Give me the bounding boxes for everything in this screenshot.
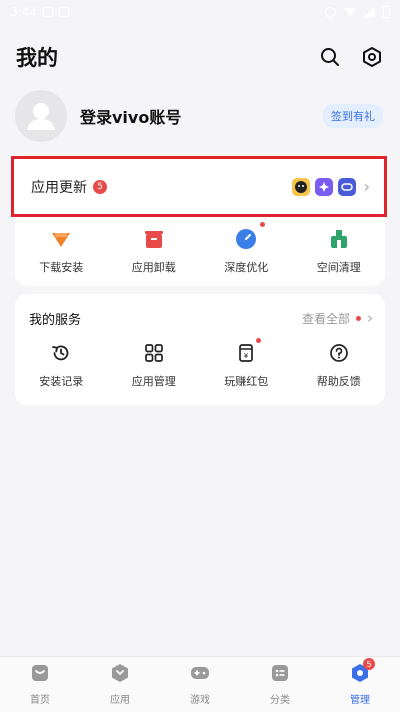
notification-icon — [58, 7, 69, 17]
avatar[interactable] — [15, 90, 67, 142]
profile-section[interactable]: 登录vivo账号 签到有礼 — [15, 89, 385, 143]
app-uninstall-button[interactable]: 应用卸载 — [108, 228, 201, 275]
red-packet-icon: ¥ — [235, 338, 262, 364]
home-icon — [30, 663, 50, 683]
app-management-button[interactable]: 应用管理 — [108, 342, 201, 389]
help-feedback-button[interactable]: 帮助反馈 — [293, 342, 386, 389]
uninstall-icon — [143, 228, 165, 250]
chevron-right-icon: › — [367, 309, 373, 327]
checkin-button[interactable]: 签到有礼 — [323, 104, 383, 128]
notification-icon — [42, 7, 53, 17]
nav-apps-label: 应用 — [110, 695, 130, 706]
nav-manage[interactable]: 5 管理 — [320, 657, 400, 712]
signal-icon — [364, 6, 375, 18]
space-clean-label: 空间清理 — [316, 261, 361, 274]
login-link[interactable]: 登录vivo账号 — [80, 104, 181, 128]
category-icon — [270, 663, 290, 683]
nav-category-label: 分类 — [270, 695, 290, 706]
install-history-label: 安装记录 — [39, 375, 84, 388]
search-icon — [321, 48, 339, 66]
app-thumbnail-icon — [291, 177, 310, 196]
help-icon — [328, 342, 350, 364]
optimize-icon — [235, 222, 266, 250]
app-thumbnail-icon — [314, 177, 333, 196]
settings-icon — [363, 47, 381, 67]
notification-dot — [260, 222, 266, 227]
deep-optimize-button[interactable]: 深度优化 — [200, 222, 293, 275]
red-packet-button[interactable]: ¥ 玩赚红包 — [200, 338, 293, 389]
app-management-label: 应用管理 — [131, 375, 176, 388]
app-update-row[interactable]: 应用更新 5 › — [11, 156, 387, 217]
update-count-badge: 5 — [93, 179, 107, 194]
page-title: 我的 — [16, 46, 58, 70]
help-feedback-label: 帮助反馈 — [316, 375, 361, 388]
deep-optimize-label: 深度优化 — [224, 261, 269, 274]
nav-home-label: 首页 — [30, 695, 50, 706]
services-title: 我的服务 — [29, 312, 82, 328]
download-install-button[interactable]: 下载安装 — [15, 228, 108, 275]
app-thumbnail-icon — [337, 177, 356, 196]
status-bar: 3:44 — [0, 0, 400, 24]
manage-icon: 5 — [350, 658, 375, 683]
nav-category[interactable]: 分类 — [240, 657, 320, 712]
grid-icon — [143, 342, 165, 364]
chevron-right-icon: › — [363, 177, 370, 196]
gamepad-icon — [190, 663, 210, 683]
nav-games-label: 游戏 — [190, 695, 210, 706]
header: 我的 — [0, 40, 400, 74]
alarm-icon — [325, 6, 336, 18]
settings-button[interactable] — [360, 45, 384, 69]
status-time: 3:44 — [10, 5, 37, 19]
manage-badge: 5 — [363, 658, 375, 670]
wifi-icon — [344, 7, 356, 17]
nav-home[interactable]: 首页 — [0, 657, 80, 712]
search-button[interactable] — [318, 45, 342, 69]
nav-apps[interactable]: 应用 — [80, 657, 160, 712]
space-clean-button[interactable]: 空间清理 — [293, 228, 386, 275]
view-all-link[interactable]: 查看全部 › — [302, 309, 373, 327]
battery-icon — [383, 6, 390, 18]
install-history-button[interactable]: 安装记录 — [15, 342, 108, 389]
app-update-label: 应用更新 — [31, 179, 87, 196]
notification-dot — [356, 315, 361, 321]
bottom-nav: 首页 应用 游戏 分类 5 管理 — [0, 656, 400, 712]
svg-text:¥: ¥ — [244, 352, 249, 360]
download-icon — [50, 228, 72, 250]
notification-dot — [256, 338, 262, 343]
my-services-card: 我的服务 查看全部 › 安装记录 应用管理 ¥ 玩赚红包 帮助反馈 — [15, 294, 385, 405]
apps-icon — [110, 663, 130, 683]
user-icon — [27, 103, 55, 130]
app-uninstall-label: 应用卸载 — [131, 261, 176, 274]
history-icon — [50, 342, 72, 364]
red-packet-label: 玩赚红包 — [224, 375, 269, 388]
clean-icon — [328, 228, 350, 250]
quick-actions: 下载安装 应用卸载 深度优化 空间清理 — [15, 217, 385, 286]
nav-games[interactable]: 游戏 — [160, 657, 240, 712]
download-install-label: 下载安装 — [39, 261, 84, 274]
view-all-label: 查看全部 — [301, 311, 350, 326]
nav-manage-label: 管理 — [350, 695, 370, 706]
